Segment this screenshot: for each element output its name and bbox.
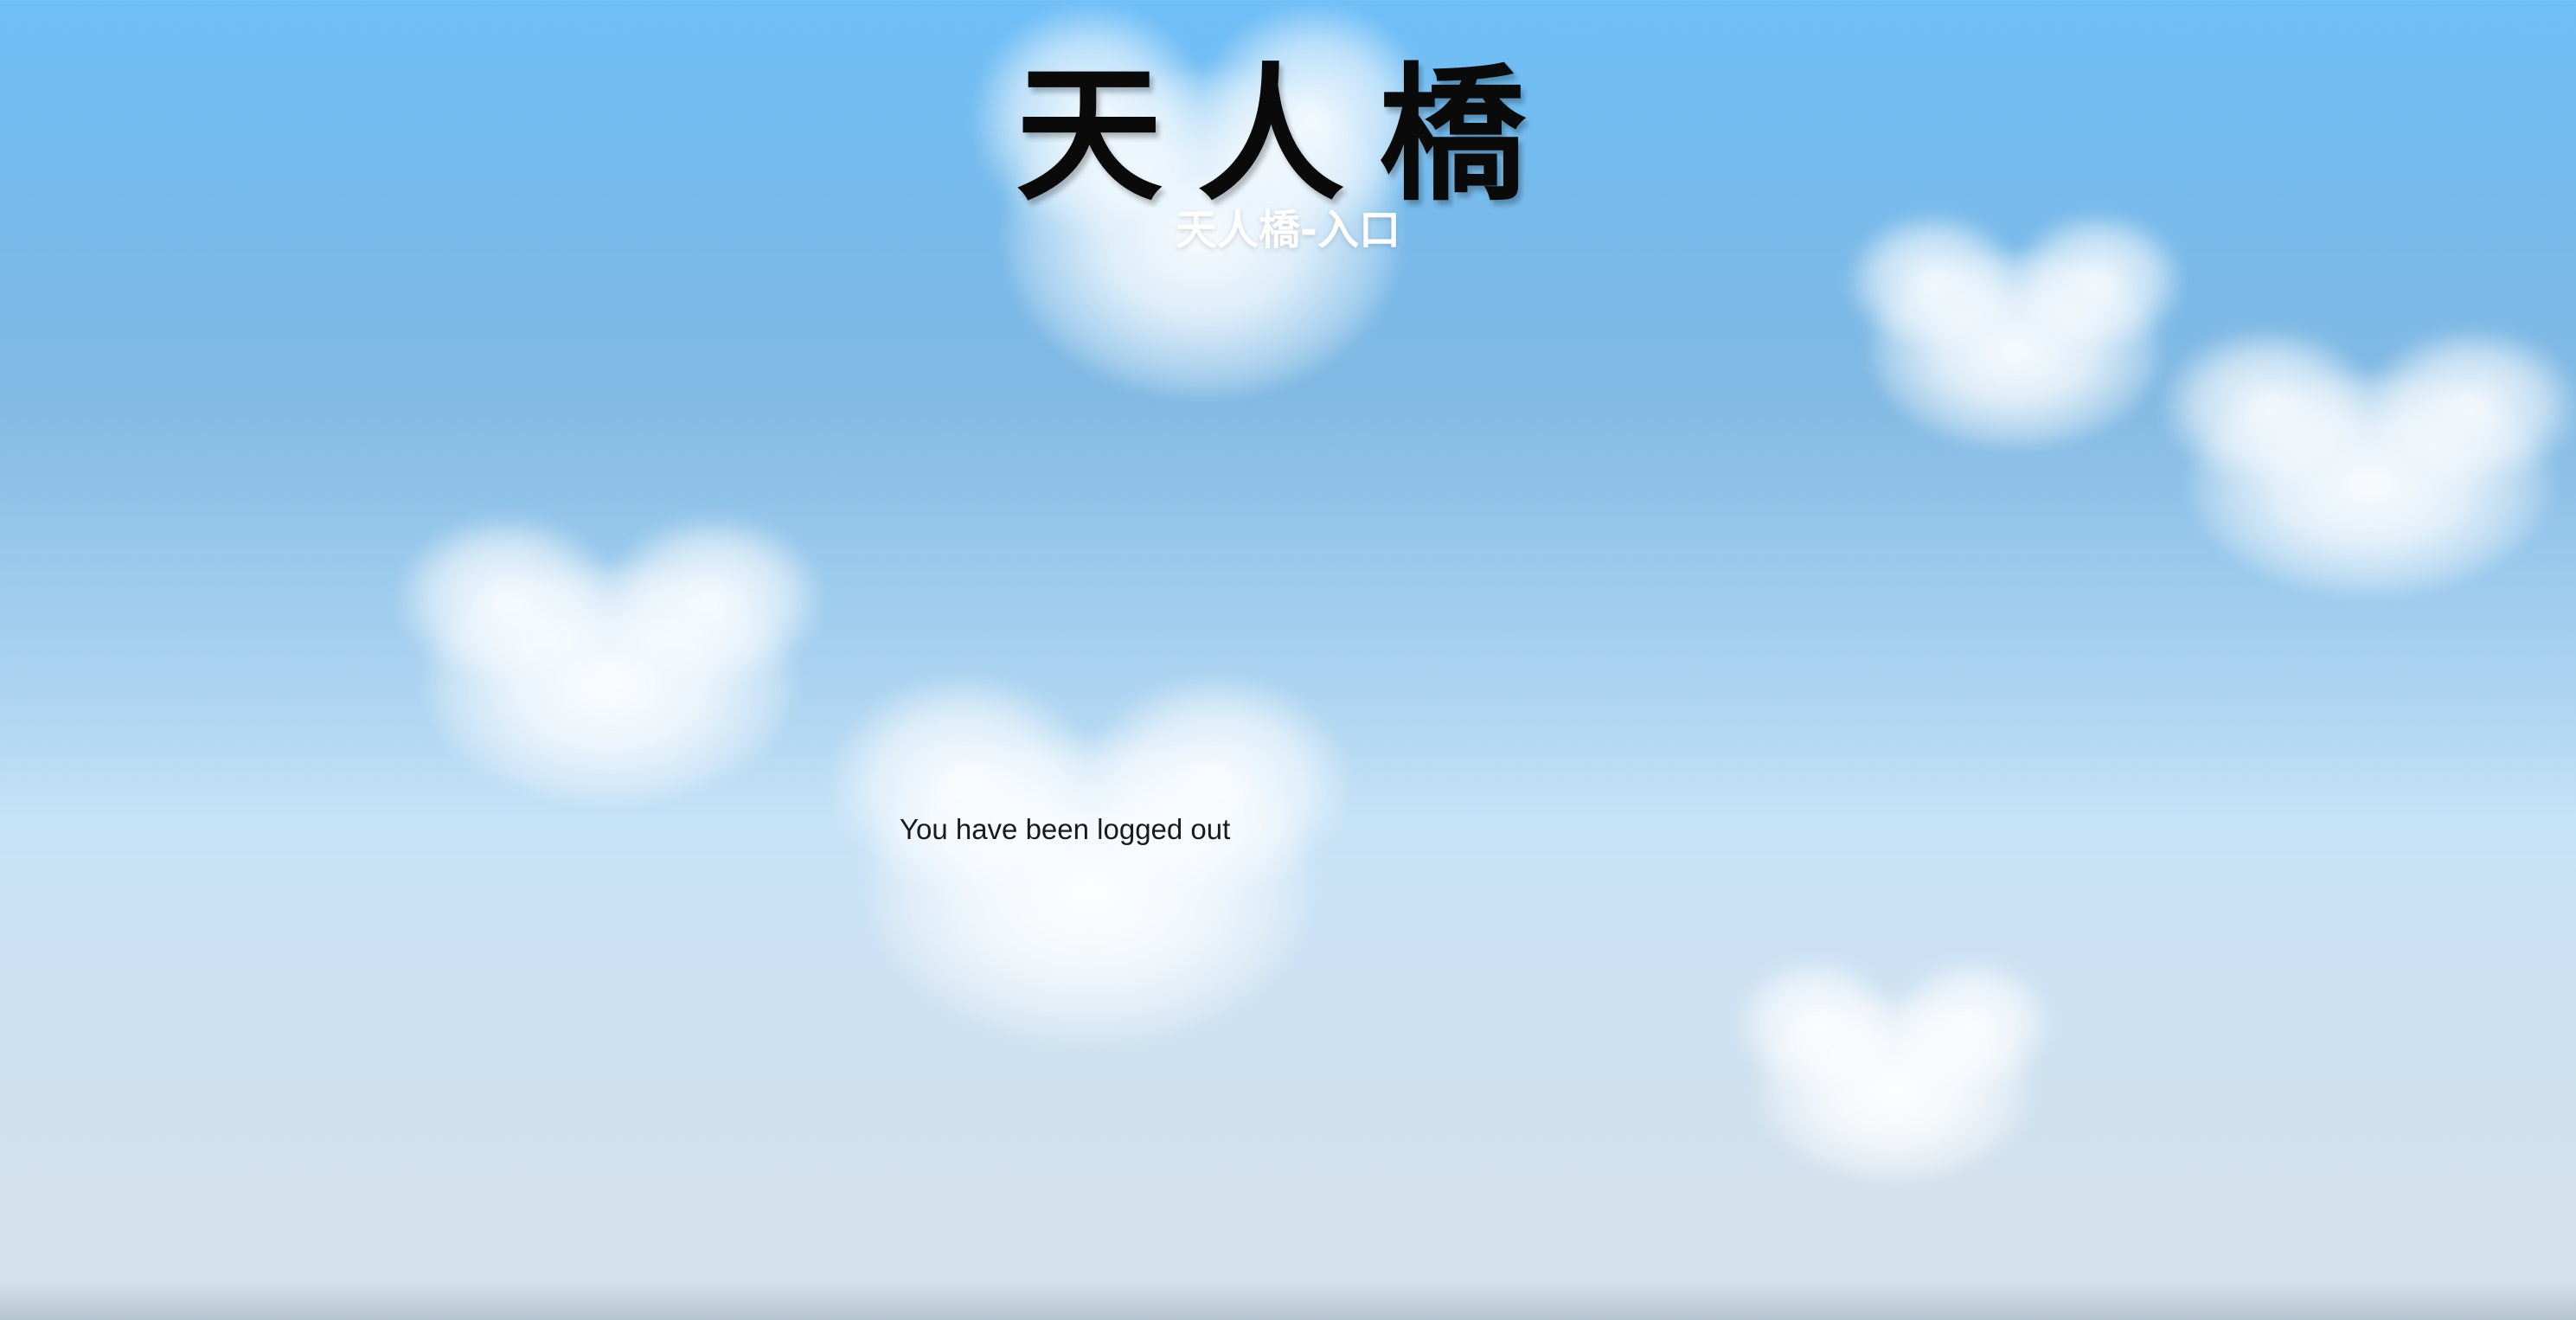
- cloud-decoration: [394, 514, 826, 804]
- logout-message: You have been logged out: [900, 813, 1231, 845]
- cloud-decoration: [1844, 211, 2187, 450]
- cloud-decoration: [829, 673, 1351, 1047]
- cloud-decoration: [2159, 327, 2576, 597]
- page-subtitle: 天人橋-入口: [1176, 206, 1400, 254]
- cloud-decoration: [1733, 957, 2055, 1185]
- bottom-shadow: [0, 1285, 2576, 1320]
